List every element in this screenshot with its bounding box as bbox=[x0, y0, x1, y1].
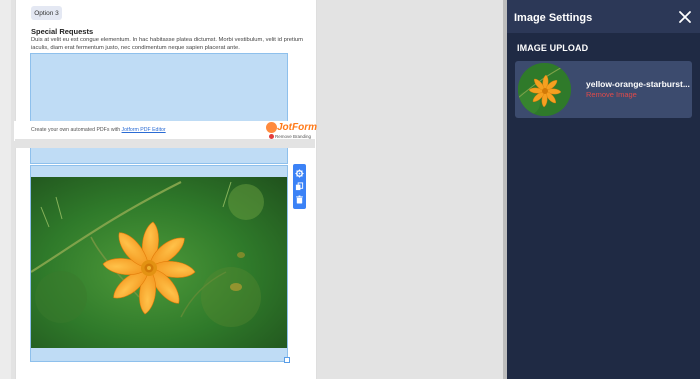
resize-handle[interactable] bbox=[284, 357, 290, 363]
thumbnail-flower bbox=[518, 63, 571, 116]
jotform-logo-icon bbox=[266, 122, 277, 133]
gear-icon[interactable] bbox=[295, 169, 304, 178]
panel-header: Image Settings bbox=[507, 0, 700, 33]
page-separator bbox=[15, 139, 315, 148]
flower-image[interactable] bbox=[31, 177, 287, 348]
remove-image-link[interactable]: Remove Image bbox=[586, 90, 637, 99]
uploaded-image-card: yellow-orange-starburst... Remove Image bbox=[515, 61, 692, 118]
footer-prefix: Create your own automated PDFs with bbox=[31, 127, 122, 133]
jotform-wordmark: JotForm bbox=[277, 122, 317, 133]
option-3-chip[interactable]: Option 3 bbox=[31, 6, 62, 20]
image-settings-panel: Image Settings IMAGE UPLOAD yellow-orang… bbox=[507, 0, 700, 379]
footer-link[interactable]: Jotform PDF Editor bbox=[122, 127, 166, 133]
special-requests-title: Special Requests bbox=[31, 27, 94, 36]
image-file-name: yellow-orange-starburst... bbox=[586, 79, 690, 89]
special-requests-text: Duis at velit eu est congue elementum. I… bbox=[31, 37, 303, 51]
image-upload-label: IMAGE UPLOAD bbox=[517, 43, 589, 53]
image-thumbnail bbox=[518, 63, 571, 116]
image-toolbar bbox=[293, 164, 306, 209]
close-icon[interactable] bbox=[679, 11, 691, 23]
copy-icon[interactable] bbox=[295, 182, 304, 191]
panel-title: Image Settings bbox=[514, 12, 593, 24]
footer-text: Create your own automated PDFs with Jotf… bbox=[31, 127, 166, 133]
flower-photo bbox=[31, 177, 287, 348]
trash-icon[interactable] bbox=[295, 195, 304, 204]
